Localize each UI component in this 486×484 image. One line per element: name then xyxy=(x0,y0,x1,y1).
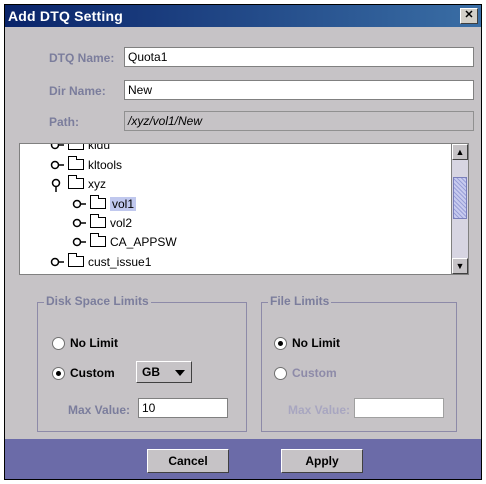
disk-custom-radio[interactable] xyxy=(52,367,65,380)
disk-no-limit-radio[interactable] xyxy=(52,337,65,350)
file-no-limit-radio[interactable] xyxy=(274,337,287,350)
chevron-down-icon xyxy=(175,370,185,376)
apply-button[interactable]: Apply xyxy=(281,449,363,473)
path-field: /xyz/vol1/New xyxy=(124,111,474,131)
directory-tree[interactable]: kldu kltools xyz vol1 vol2 CA_APPSW cust_issue… xyxy=(19,143,469,275)
folder-icon xyxy=(90,214,106,228)
folder-icon xyxy=(90,233,106,247)
dtq-name-input[interactable]: Quota1 xyxy=(124,47,474,67)
tree-node-label: vol1 xyxy=(110,197,137,211)
tree-vertical-scrollbar[interactable]: ▲ ▼ xyxy=(451,144,468,274)
dir-name-input[interactable]: New xyxy=(124,80,474,100)
path-label: Path: xyxy=(49,115,79,129)
tree-expand-icon[interactable] xyxy=(72,198,86,210)
add-dtq-setting-dialog: Add DTQ Setting ✕ DTQ Name: Quota1 Dir N… xyxy=(4,4,482,480)
dtq-name-label: DTQ Name: xyxy=(49,51,115,65)
scroll-down-button[interactable]: ▼ xyxy=(452,258,468,274)
tree-expand-icon[interactable] xyxy=(72,217,86,229)
file-max-value-input xyxy=(354,398,444,418)
tree-node-label: vol2 xyxy=(110,216,133,230)
title-bar[interactable]: Add DTQ Setting ✕ xyxy=(5,5,481,27)
scrollbar-thumb[interactable] xyxy=(453,177,467,219)
unit-dropdown-value: GB xyxy=(142,365,160,379)
file-max-value-label: Max Value: xyxy=(288,403,351,417)
tree-node-label: cust_issue1 xyxy=(88,255,152,269)
tree-node-label: xyz xyxy=(88,177,106,191)
tree-node-label: kldu xyxy=(88,143,111,152)
tree-expand-icon[interactable] xyxy=(50,144,64,151)
folder-icon xyxy=(68,175,84,189)
folder-icon xyxy=(68,144,84,150)
dir-name-label: Dir Name: xyxy=(49,84,106,98)
cancel-button[interactable]: Cancel xyxy=(147,449,229,473)
button-bar: Cancel Apply xyxy=(5,439,481,479)
file-no-limit-label: No Limit xyxy=(292,336,340,350)
file-custom-label: Custom xyxy=(292,366,337,380)
disk-custom-label: Custom xyxy=(70,366,115,380)
disk-no-limit-label: No Limit xyxy=(70,336,118,350)
tree-expand-icon[interactable] xyxy=(50,159,64,171)
folder-icon xyxy=(90,195,106,209)
disk-space-limits-title: Disk Space Limits xyxy=(44,294,151,308)
disk-space-limits-group: Disk Space Limits No Limit Custom GB Max… xyxy=(37,294,247,432)
tree-node-label: CA_APPSW xyxy=(110,235,177,249)
file-limits-title: File Limits xyxy=(268,294,332,308)
tree-expand-icon[interactable] xyxy=(72,236,86,248)
tree-node-label: kltools xyxy=(88,158,123,172)
scroll-up-button[interactable]: ▲ xyxy=(452,144,468,160)
folder-icon xyxy=(68,156,84,170)
disk-max-value-input[interactable]: 10 xyxy=(138,398,228,418)
file-limits-group: File Limits No Limit Custom Max Value: xyxy=(261,294,457,432)
dialog-title: Add DTQ Setting xyxy=(8,8,123,24)
unit-dropdown[interactable]: GB xyxy=(136,361,192,383)
tree-expand-icon[interactable] xyxy=(50,256,64,268)
file-custom-radio[interactable] xyxy=(274,367,287,380)
disk-max-value-label: Max Value: xyxy=(68,403,131,417)
close-button[interactable]: ✕ xyxy=(460,8,478,24)
tree-collapse-icon[interactable] xyxy=(50,178,62,192)
folder-icon xyxy=(68,253,84,267)
